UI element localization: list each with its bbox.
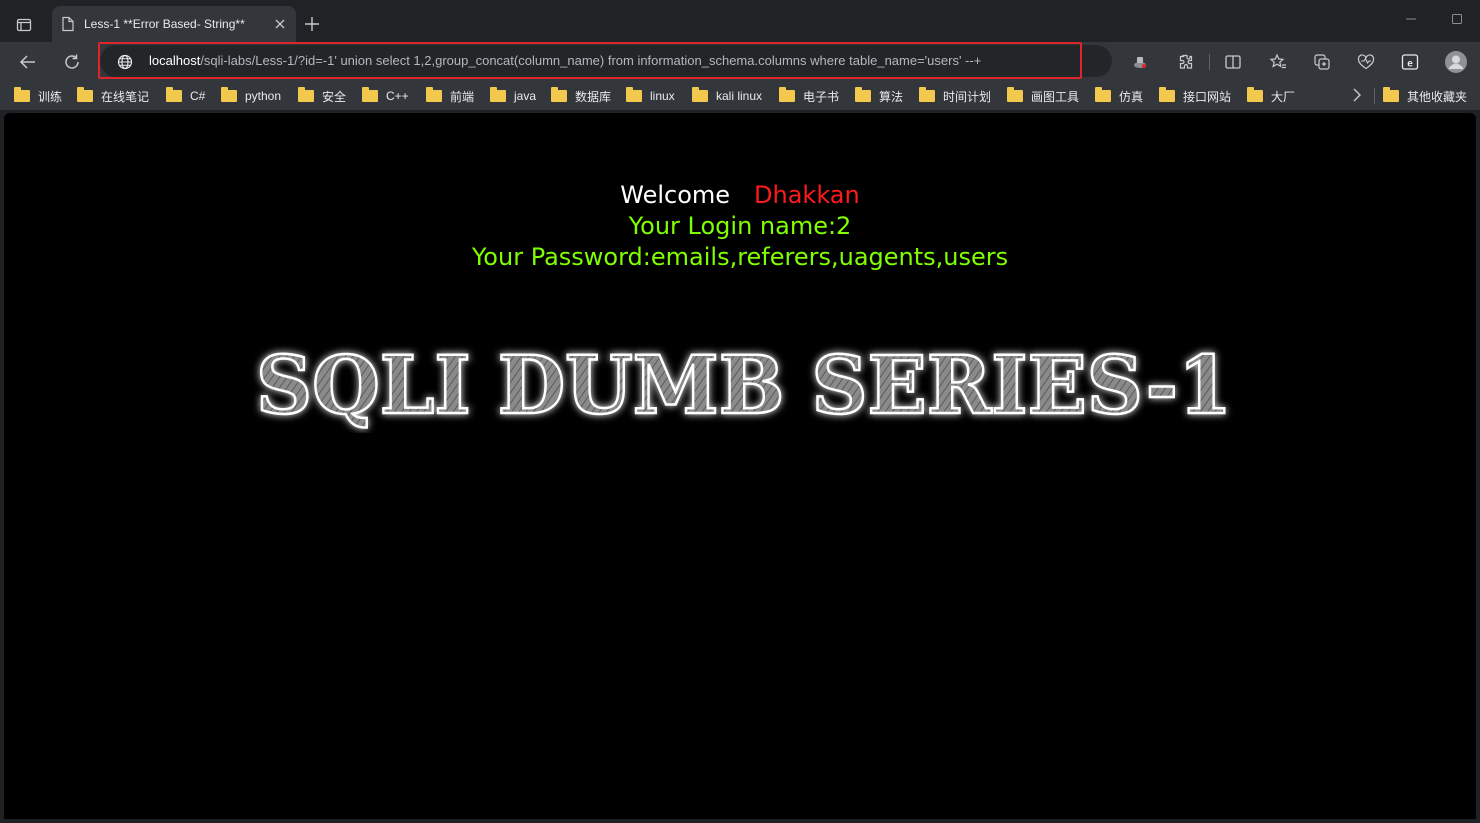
- chevron-right-icon[interactable]: [1348, 86, 1366, 104]
- bookmark-label: kali linux: [716, 89, 763, 103]
- folder-icon: [1247, 87, 1263, 102]
- folder-icon: [77, 87, 93, 102]
- folder-icon: [14, 87, 30, 102]
- reload-icon[interactable]: [58, 48, 86, 76]
- bookmark-folder[interactable]: java: [490, 86, 536, 106]
- folder-icon: [1095, 87, 1111, 102]
- bookmark-label: linux: [650, 89, 675, 103]
- maximize-icon[interactable]: [1448, 10, 1466, 28]
- bookmarks-divider: [1374, 88, 1375, 104]
- bookmark-folder[interactable]: C#: [166, 86, 205, 106]
- bookmark-folder[interactable]: python: [221, 86, 281, 106]
- collections-icon[interactable]: [1308, 48, 1336, 76]
- extensions-icon[interactable]: [1171, 48, 1199, 76]
- bookmark-folder[interactable]: 电子书: [779, 86, 839, 106]
- bookmark-folder[interactable]: 仿真: [1095, 86, 1143, 106]
- profile-avatar[interactable]: [1442, 48, 1470, 76]
- address-highlight-box: [98, 42, 1082, 79]
- tab-title: Less-1 **Error Based- String**: [84, 17, 245, 31]
- folder-icon: [1007, 87, 1023, 102]
- bookmark-label: 接口网站: [1183, 89, 1232, 104]
- split-screen-icon[interactable]: [1219, 48, 1247, 76]
- folder-icon: [166, 87, 182, 102]
- close-tab-icon[interactable]: [272, 16, 288, 32]
- folder-icon: [855, 87, 871, 102]
- bookmark-label: 仿真: [1119, 89, 1144, 104]
- page-viewport: Welcome Dhakkan Your Login name:2 Your Pa…: [4, 113, 1476, 819]
- bookmark-folder[interactable]: 数据库: [551, 86, 611, 106]
- welcome-line: Welcome Dhakkan: [4, 181, 1476, 209]
- bookmark-folder[interactable]: 画图工具: [1007, 86, 1079, 106]
- ie-mode-icon[interactable]: e: [1396, 48, 1424, 76]
- bookmark-label: 训练: [38, 89, 63, 104]
- bookmark-label: 画图工具: [1031, 89, 1080, 104]
- folder-icon: [426, 87, 442, 102]
- browser-tab[interactable]: Less-1 **Error Based- String**: [52, 6, 296, 42]
- bookmark-label: 安全: [322, 89, 347, 104]
- toolbar-divider: [1209, 54, 1210, 70]
- bookmark-label: 其他收藏夹: [1407, 89, 1468, 104]
- bookmark-folder[interactable]: 算法: [855, 86, 903, 106]
- bookmark-folder[interactable]: 前端: [426, 86, 474, 106]
- other-bookmarks-folder[interactable]: 其他收藏夹: [1383, 86, 1467, 106]
- page-icon: [60, 16, 76, 32]
- favorites-icon[interactable]: [1264, 48, 1292, 76]
- bookmark-label: 时间计划: [943, 89, 992, 104]
- bookmark-label: python: [245, 89, 282, 103]
- folder-icon: [362, 87, 378, 102]
- toolbar: localhost/sqli-labs/Less-1/?id=-1' union…: [0, 42, 1480, 82]
- bookmark-label: 算法: [879, 89, 904, 104]
- bookmark-label: java: [514, 89, 537, 103]
- bookmark-folder[interactable]: 在线笔记: [77, 86, 149, 106]
- bookmark-folder[interactable]: kali linux: [692, 86, 762, 106]
- new-tab-icon[interactable]: [302, 14, 322, 34]
- tab-actions-icon[interactable]: [12, 13, 36, 37]
- welcome-name: Dhakkan: [754, 181, 860, 209]
- folder-icon: [1159, 87, 1175, 102]
- bookmark-label: 电子书: [803, 89, 840, 104]
- bookmark-folder[interactable]: 接口网站: [1159, 86, 1231, 106]
- folder-icon: [779, 87, 795, 102]
- bookmark-folder[interactable]: linux: [626, 86, 675, 106]
- performance-icon[interactable]: [1352, 48, 1380, 76]
- folder-icon: [221, 87, 237, 102]
- bookmark-folder[interactable]: 训练: [14, 86, 62, 106]
- bookmark-label: 前端: [450, 89, 475, 104]
- sqli-dumb-series-banner: SQLI DUMB SERIES-1: [255, 337, 1234, 433]
- bookmark-folder[interactable]: 安全: [298, 86, 346, 106]
- bookmark-folder[interactable]: 大厂: [1247, 86, 1295, 106]
- folder-icon: [692, 87, 708, 102]
- bookmark-label: 在线笔记: [101, 89, 150, 104]
- bookmark-label: 大厂: [1271, 89, 1296, 104]
- bookmark-folder[interactable]: C++: [362, 86, 409, 106]
- minimize-icon[interactable]: [1402, 10, 1420, 28]
- folder-icon: [298, 87, 314, 102]
- tracking-icon[interactable]: [1126, 48, 1154, 76]
- back-icon[interactable]: [14, 48, 42, 76]
- svg-text:e: e: [1407, 59, 1413, 70]
- bookmark-label: C++: [386, 89, 409, 103]
- folder-icon: [1383, 87, 1399, 102]
- welcome-label: Welcome: [620, 181, 731, 209]
- folder-icon: [626, 87, 642, 102]
- folder-icon: [490, 87, 506, 102]
- banner-text: SQLI DUMB SERIES-1: [256, 338, 1232, 432]
- bookmark-label: 数据库: [575, 89, 612, 104]
- password-line: Your Password:emails,referers,uagents,us…: [471, 243, 1009, 271]
- tab-strip: Less-1 **Error Based- String**: [0, 0, 1480, 42]
- folder-icon: [551, 87, 567, 102]
- login-name-line: Your Login name:2: [628, 212, 852, 240]
- bookmark-folder[interactable]: 时间计划: [919, 86, 991, 106]
- bookmark-label: C#: [190, 89, 206, 103]
- folder-icon: [919, 87, 935, 102]
